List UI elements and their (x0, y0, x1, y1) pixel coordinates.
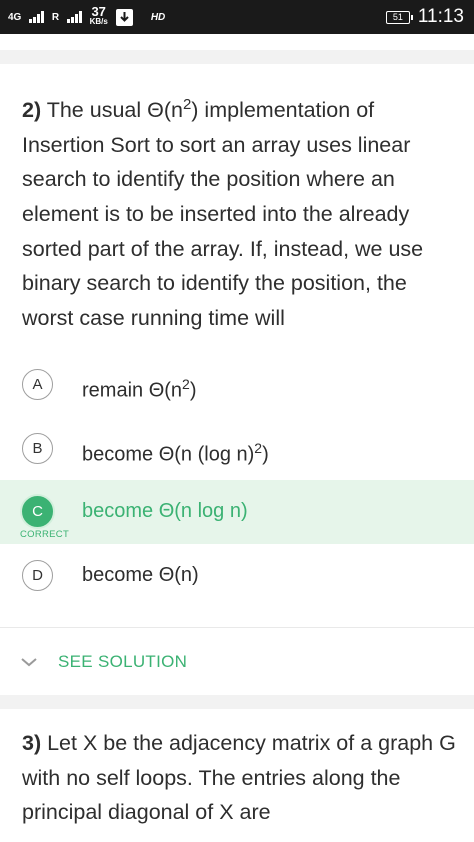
battery-level: 51 (392, 12, 403, 22)
option-text: become Θ(n log n) (82, 500, 248, 522)
section-separator (0, 50, 474, 64)
roaming-label: R (51, 11, 60, 23)
download-icon (115, 8, 133, 26)
hd-label: HD (150, 11, 166, 23)
question-text-part: ) implementation of Insertion Sort to so… (22, 98, 424, 330)
option-text: become Θ(n (log n)2) (82, 440, 269, 466)
option-text: become Θ(n) (82, 564, 199, 586)
correct-badge: CORRECT (20, 529, 70, 540)
signal-icon (29, 11, 44, 23)
chevron-down-icon (21, 658, 37, 667)
question-number: 2) (22, 98, 42, 123)
question-3-text: 3) Let X be the adjacency matrix of a gr… (22, 726, 462, 830)
option-a[interactable]: A remain Θ(n2) (0, 353, 474, 417)
option-letter: C (22, 496, 53, 527)
status-bar: 4G R 37 KB/s HD 51 11:13 (0, 0, 474, 34)
question-2-text: 2) The usual Θ(n2) implementation of Ins… (22, 88, 462, 335)
option-d[interactable]: D become Θ(n) (0, 544, 474, 608)
network-type-label: 4G (8, 11, 22, 23)
see-solution-button[interactable]: SEE SOLUTION (0, 643, 474, 683)
clock: 11:13 (417, 6, 464, 27)
network-speed-unit: KB/s (89, 17, 108, 26)
see-solution-label: SEE SOLUTION (58, 652, 188, 671)
network-speed: 37 KB/s (89, 4, 108, 27)
signal-icon-2 (67, 11, 82, 23)
battery-icon: 51 (385, 10, 413, 24)
question-number: 3) (22, 731, 42, 755)
option-c[interactable]: C become Θ(n log n) CORRECT (0, 480, 474, 544)
option-b[interactable]: B become Θ(n (log n)2) (0, 417, 474, 481)
section-separator (0, 695, 474, 709)
divider (0, 627, 474, 628)
network-speed-value: 37 (91, 4, 106, 19)
question-text-part: Let X be the adjacency matrix of a graph… (22, 731, 456, 825)
option-letter: A (22, 369, 53, 400)
option-letter: D (22, 560, 53, 591)
question-text-part: The usual Θ(n (41, 98, 183, 123)
option-letter: B (22, 433, 53, 464)
option-text: remain Θ(n2) (82, 376, 197, 402)
